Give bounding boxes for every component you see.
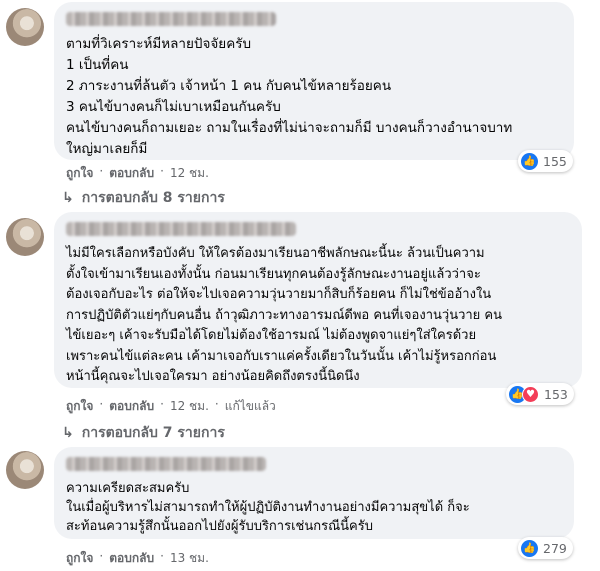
reply-arrow-icon: ↳ [62,190,74,206]
reaction-summary[interactable]: 👍 279 [518,537,573,559]
comment-text: ความเครียดสะสมครับ ในเมื่อผู้บริหารไม่สา… [66,481,470,534]
comment-bubble: ไม่มีใครเลือกหรือบังคับ ให้ใครต้องมาเรีย… [54,212,582,388]
separator: · [160,164,164,178]
avatar[interactable] [6,8,44,46]
reaction-count: 155 [543,153,567,169]
reaction-summary[interactable]: 👍 ♥ 153 [506,383,574,405]
replies-count-label: การตอบกลับ 8 รายการ [81,190,225,206]
reply-arrow-icon: ↳ [62,425,74,441]
like-icon: 👍 [521,539,538,557]
reply-button[interactable]: ตอบกลับ [109,397,154,416]
reaction-count: 279 [543,540,567,556]
like-button[interactable]: ถูกใจ [66,549,93,568]
separator: · [99,397,104,411]
comment-bubble: ความเครียดสะสมครับ ในเมื่อผู้บริหารไม่สา… [54,447,574,539]
like-icon: 👍 [521,152,538,170]
separator: · [99,549,104,563]
comment-bubble: ตามที่วิเคราะห์มีหลายปัจจัยครับ 1 เป็นที… [54,2,574,160]
comment-text: ไม่มีใครเลือกหรือบังคับ ให้ใครต้องมาเรีย… [66,246,503,384]
reply-button[interactable]: ตอบกลับ [109,164,154,183]
timestamp[interactable]: 13 ชม. [170,549,209,568]
separator: · [99,164,104,178]
like-button[interactable]: ถูกใจ [66,397,93,416]
timestamp[interactable]: 12 ชม. [170,164,209,183]
comment-actions: ถูกใจ · ตอบกลับ · 12 ชม. [66,164,209,183]
avatar[interactable] [6,451,44,489]
author-name-blurred[interactable] [66,12,276,26]
comment-text: ตามที่วิเคราะห์มีหลายปัจจัยครับ 1 เป็นที… [66,36,513,157]
replies-count-label: การตอบกลับ 7 รายการ [81,425,225,441]
like-button[interactable]: ถูกใจ [66,164,93,183]
reaction-summary[interactable]: 👍 155 [518,150,573,172]
author-name-blurred[interactable] [66,457,266,471]
separator: · [160,397,164,411]
timestamp[interactable]: 12 ชม. [170,397,209,416]
comment-actions: ถูกใจ · ตอบกลับ · 13 ชม. [66,549,209,568]
author-name-blurred[interactable] [66,222,296,236]
avatar[interactable] [6,218,44,256]
view-replies-link[interactable]: ↳ การตอบกลับ 7 รายการ [62,422,225,444]
love-icon: ♥ [522,385,539,403]
separator: · [214,397,219,411]
view-replies-link[interactable]: ↳ การตอบกลับ 8 รายการ [62,187,225,209]
reply-button[interactable]: ตอบกลับ [109,549,154,568]
reaction-count: 153 [544,386,568,402]
edited-label: แก้ไขแล้ว [224,399,276,413]
separator: · [160,549,164,563]
comment-actions: ถูกใจ · ตอบกลับ · 12 ชม. · แก้ไขแล้ว [66,397,276,416]
